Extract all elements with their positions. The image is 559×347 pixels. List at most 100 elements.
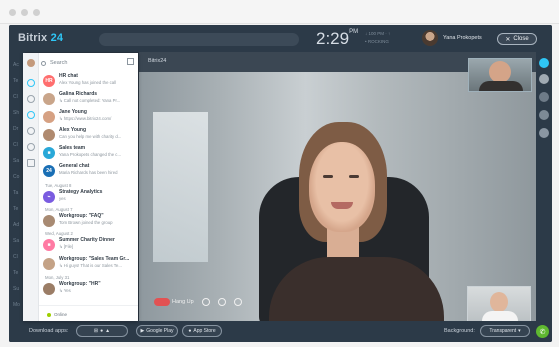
right-panel-strip [536, 52, 552, 321]
right-strip-icon-5[interactable] [539, 128, 549, 138]
chat-text: HR chat Alex Young has joined the call [59, 73, 137, 85]
logo[interactable]: Bitrix 24 [18, 32, 63, 44]
user-name[interactable]: Yana Prokopets [443, 35, 482, 41]
chat-name: Summer Charity Dinner [59, 237, 115, 243]
windows-icon: ⊞ [93, 328, 99, 334]
video-person-eye-right [349, 175, 359, 178]
left-menu-item[interactable]: Mo [13, 302, 20, 308]
video-person-eye-left [323, 175, 333, 178]
browser-chrome [0, 0, 559, 24]
chat-text: Workgroup: "FAQ" Tom Brown joined the gro… [59, 213, 137, 225]
call-controls: Hang Up [154, 295, 242, 309]
apple-store-icon: ● [188, 328, 192, 334]
desktop-apps-button[interactable]: ⊞ ● ▲ [76, 325, 128, 337]
participant-video-bottom[interactable] [467, 286, 531, 326]
close-label: Close [513, 36, 529, 42]
chat-text: Summer Charity Dinner ↳ [File] [59, 237, 137, 250]
settings-icon[interactable] [27, 143, 35, 151]
left-menu-item[interactable]: Sa [13, 238, 19, 244]
left-menu-item[interactable]: Cl [13, 254, 18, 260]
chat-list: HR HR chat Alex Young has joined the call G… [39, 73, 138, 321]
clock-ampm: PM [349, 29, 359, 35]
chat-preview: ↳ Hi guys! That is our Sales Te... [59, 263, 122, 268]
chat-preview: Yana Prokopets changed the c... [59, 152, 122, 157]
chat-avatar: ■ [43, 147, 55, 159]
screen-share-icon[interactable] [233, 298, 242, 306]
left-menu-item[interactable]: Co [13, 174, 19, 180]
background-value: Transparent [489, 328, 517, 334]
left-menu-item[interactable]: Te [13, 206, 18, 212]
chat-icon[interactable] [27, 79, 35, 87]
left-menu-item[interactable]: Ta [13, 190, 18, 196]
chat-avatar: ⌁ [43, 191, 55, 203]
group-icon[interactable] [27, 111, 35, 119]
left-menu-item[interactable]: Cl [13, 142, 18, 148]
clock-time: 2:29 [316, 29, 350, 48]
chat-name: Workgroup: "HR" [59, 281, 101, 287]
left-menu-item[interactable]: Ad [13, 222, 19, 228]
microphone-icon[interactable] [201, 298, 210, 306]
right-strip-icon-4[interactable] [539, 110, 549, 120]
search-placeholder: Search [50, 60, 68, 66]
participant-video-top[interactable] [468, 58, 532, 92]
window-maximize-dot[interactable] [33, 9, 40, 16]
chat-name: HR chat [59, 73, 78, 79]
background-select[interactable]: Transparent ▾ [480, 325, 530, 337]
chat-avatar: 24 [43, 165, 55, 177]
top-bar: Bitrix 24 2:29PM ↓ 100 PM · ↑ • ROCKING … [9, 25, 552, 52]
left-menu-item[interactable]: Cl [13, 94, 18, 100]
left-menu-item[interactable]: Ac [13, 62, 19, 68]
logo-number: 24 [50, 32, 64, 44]
compose-icon[interactable] [127, 58, 134, 65]
right-strip-icon-2[interactable] [539, 74, 549, 84]
chat-text: Workgroup: "Sales Team Gr... ↳ Hi guys! T… [59, 256, 137, 269]
chat-avatar: HR [43, 75, 55, 87]
chat-name: Alex Young [59, 127, 87, 133]
notes-icon[interactable] [27, 159, 35, 167]
chat-panel-sidebar [23, 53, 39, 321]
date-separator: Mon, July 31 [45, 275, 70, 280]
chat-preview: Alex Young has joined the call [59, 80, 117, 85]
left-menu-item[interactable]: Su [13, 286, 19, 292]
hangup-button[interactable]: Hang Up [154, 298, 194, 306]
video-title: Bitrix24 [148, 58, 167, 64]
right-strip-icon-3[interactable] [539, 92, 549, 102]
close-button[interactable]: ✕ Close [497, 33, 537, 45]
user-avatar[interactable] [422, 30, 438, 46]
chat-item[interactable]: 24 General chat Maria Richards has been hi… [39, 163, 138, 185]
bottom-bar: Download apps: ⊞ ● ▲ ▶ Google Play ● App Sto… [9, 321, 552, 342]
chat-search[interactable]: Search [41, 58, 135, 68]
chat-text: Alex Young Can you help me with charity d… [59, 127, 137, 139]
participant-face-top [489, 61, 511, 83]
google-play-button[interactable]: ▶ Google Play [136, 325, 178, 337]
left-menu-item[interactable]: Sa [13, 158, 19, 164]
screenshot-frame: Bitrix 24 2:29PM ↓ 100 PM · ↑ • ROCKING … [0, 0, 559, 347]
global-search-input[interactable] [99, 33, 299, 46]
window-close-dot[interactable] [9, 9, 16, 16]
video-person-mouth [331, 202, 353, 209]
camera-icon[interactable] [217, 298, 226, 306]
chat-name: Strategy Analytics [59, 189, 103, 195]
profile-avatar[interactable] [27, 59, 35, 67]
window-minimize-dot[interactable] [21, 9, 28, 16]
chat-text: Strategy Analytics yes [59, 189, 137, 201]
app-store-label: App Store [193, 328, 216, 334]
left-menu-item[interactable]: Te [13, 270, 18, 276]
phone-button[interactable]: ✆ [536, 325, 549, 338]
chat-preview: Maria Richards has been hired [59, 170, 118, 175]
chat-item[interactable]: Workgroup: "HR" ↳ Yes [39, 281, 138, 303]
left-menu-item[interactable]: Te [13, 78, 18, 84]
video-person-face [309, 142, 375, 232]
apple-icon: ● [100, 328, 104, 334]
history-icon[interactable] [27, 95, 35, 103]
chat-text: Galina Richards ↳ Call not completed: Yan… [59, 91, 137, 104]
chat-name: Workgroup: "FAQ" [59, 213, 104, 219]
chat-preview: ↳ https://www.bitrix24.com/ [59, 116, 112, 121]
right-strip-icon-1[interactable] [539, 58, 549, 68]
close-icon: ✕ [505, 36, 511, 43]
app-store-button[interactable]: ● App Store [182, 325, 222, 337]
phone-icon[interactable] [27, 127, 35, 135]
left-menu-item[interactable]: Sh [13, 110, 19, 116]
online-status-label[interactable]: Online [54, 312, 67, 317]
left-menu-item[interactable]: Dr [13, 126, 18, 132]
